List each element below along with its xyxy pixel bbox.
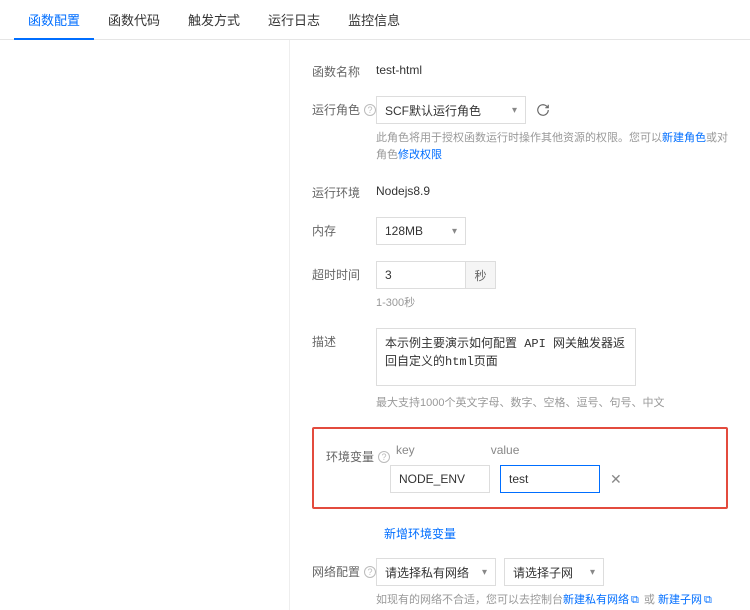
network-hint: 如现有的网络不合适，您可以去控制台新建私有网络⧉ 或 新建子网⧉: [376, 592, 728, 609]
subnet-select[interactable]: 请选择子网▾: [504, 558, 604, 586]
desc-hint: 最大支持1000个英文字母、数字、空格、逗号、句号、中文: [376, 395, 728, 412]
tabs: 函数配置 函数代码 触发方式 运行日志 监控信息: [0, 0, 750, 40]
tab-code[interactable]: 函数代码: [94, 0, 174, 39]
value-runtime: Nodejs8.9: [376, 179, 728, 198]
help-icon[interactable]: ?: [378, 451, 390, 463]
external-link-icon: ⧉: [631, 594, 639, 606]
tab-monitor[interactable]: 监控信息: [334, 0, 414, 39]
role-select[interactable]: SCF默认运行角色▾: [376, 96, 526, 124]
label-desc: 描述: [312, 328, 376, 350]
label-role: 运行角色 ?: [312, 96, 376, 118]
label-network: 网络配置 ?: [312, 558, 376, 580]
label-env: 环境变量 ?: [326, 443, 390, 465]
link-new-subnet[interactable]: 新建子网: [658, 594, 702, 606]
label-runtime: 运行环境: [312, 179, 376, 201]
timeout-unit: 秒: [466, 261, 496, 289]
timeout-input[interactable]: [376, 261, 466, 289]
form-panel: 函数名称 test-html 运行角色 ? SCF默认运行角色▾ 此角: [290, 40, 750, 610]
env-key-input[interactable]: [390, 465, 490, 493]
label-fn-name: 函数名称: [312, 58, 376, 80]
link-edit-perm[interactable]: 修改权限: [398, 149, 442, 161]
role-hint: 此角色将用于授权函数运行时操作其他资源的权限。您可以新建角色或对角色修改权限: [376, 130, 728, 163]
link-new-vpc[interactable]: 新建私有网络: [563, 594, 629, 606]
label-memory: 内存: [312, 217, 376, 239]
env-section: 环境变量 ? key value ✕: [312, 427, 728, 509]
tab-config[interactable]: 函数配置: [14, 0, 94, 39]
left-panel: [0, 40, 290, 610]
help-icon[interactable]: ?: [364, 566, 376, 578]
memory-select[interactable]: 128MB▾: [376, 217, 466, 245]
external-link-icon: ⧉: [704, 594, 712, 606]
env-value-input[interactable]: [500, 465, 600, 493]
help-icon[interactable]: ?: [364, 104, 376, 116]
label-timeout: 超时时间: [312, 261, 376, 283]
env-delete-icon[interactable]: ✕: [610, 471, 622, 488]
env-header: key value: [390, 443, 714, 465]
desc-textarea[interactable]: 本示例主要演示如何配置 API 网关触发器返回自定义的html页面: [376, 328, 636, 386]
value-fn-name: test-html: [376, 58, 728, 77]
add-env-link[interactable]: 新增环境变量: [384, 525, 456, 542]
tab-trigger[interactable]: 触发方式: [174, 0, 254, 39]
vpc-select[interactable]: 请选择私有网络▾: [376, 558, 496, 586]
timeout-hint: 1-300秒: [376, 295, 728, 312]
link-new-role[interactable]: 新建角色: [662, 132, 706, 144]
tab-log[interactable]: 运行日志: [254, 0, 334, 39]
refresh-icon[interactable]: [532, 99, 554, 121]
